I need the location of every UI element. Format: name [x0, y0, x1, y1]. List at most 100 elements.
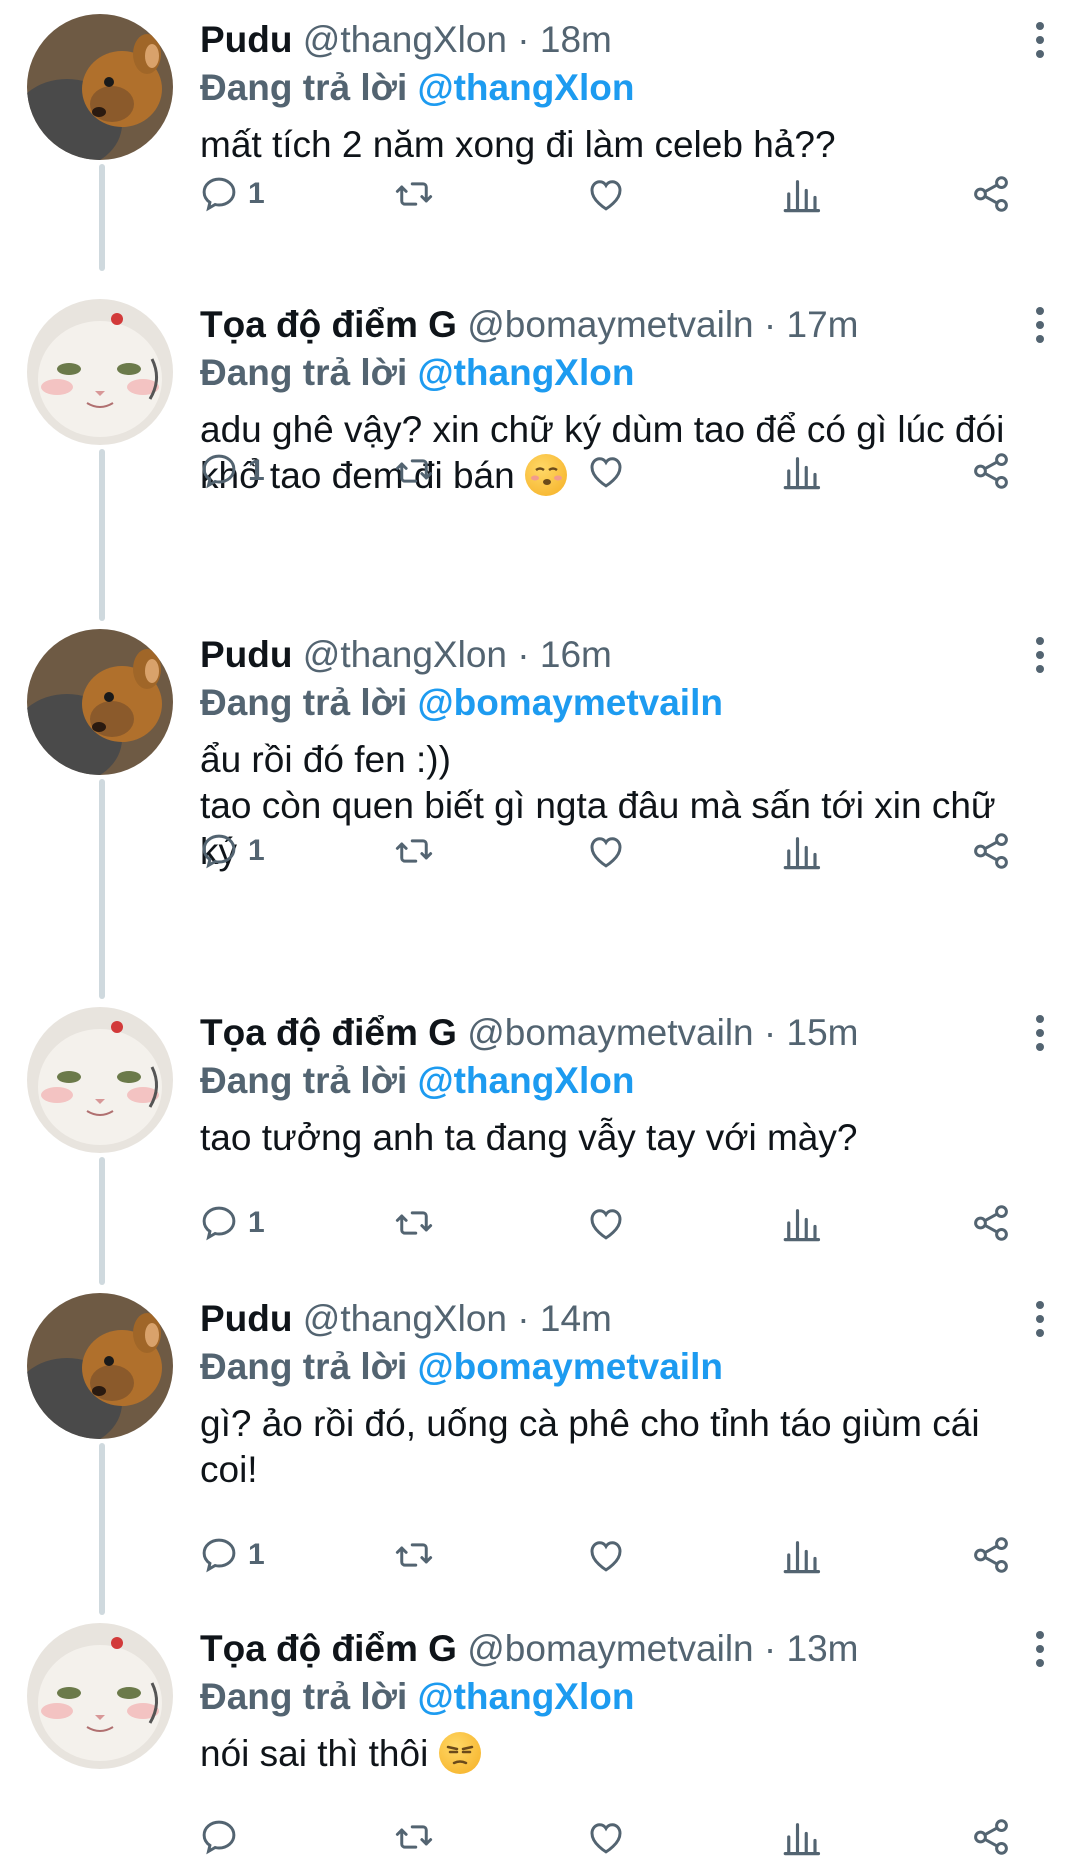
reply-icon — [202, 454, 236, 489]
retweet-button[interactable] — [393, 164, 435, 224]
tweet-5[interactable]: Pudu @thangXlon · 14m Đang trả lời @boma… — [0, 1279, 1080, 1615]
author-name[interactable]: Tọa độ điểm G — [200, 304, 457, 345]
more-icon[interactable] — [1030, 1015, 1050, 1059]
more-icon[interactable] — [1030, 22, 1050, 66]
retweet-button[interactable] — [393, 441, 435, 501]
like-button[interactable] — [585, 1807, 627, 1867]
timestamp[interactable]: 15m — [787, 1012, 859, 1053]
reply-icon — [202, 834, 236, 869]
tweet-3[interactable]: Pudu @thangXlon · 16m Đang trả lời @boma… — [0, 615, 1080, 999]
timestamp[interactable]: 14m — [540, 1298, 612, 1339]
more-icon[interactable] — [1030, 637, 1050, 681]
like-button[interactable] — [585, 1193, 627, 1253]
avatar-deer[interactable] — [27, 14, 173, 160]
author-handle[interactable]: @bomaymetvailn — [467, 1628, 753, 1669]
reply-context: Đang trả lời @bomaymetvailn — [200, 679, 1060, 727]
action-bar: 1 — [0, 164, 1080, 224]
reply-context: Đang trả lời @thangXlon — [200, 64, 1060, 112]
like-button[interactable] — [585, 164, 627, 224]
thread-connector — [99, 255, 105, 271]
reply-count: 1 — [248, 1206, 265, 1239]
like-icon — [590, 837, 622, 868]
share-icon — [974, 1205, 1008, 1241]
author-name[interactable]: Pudu — [200, 634, 292, 675]
analytics-button[interactable] — [780, 1525, 822, 1585]
author-handle[interactable]: @thangXlon — [303, 1298, 507, 1339]
reply-prefix: Đang trả lời — [200, 67, 408, 108]
like-button[interactable] — [585, 1525, 627, 1585]
action-bar: 1 — [0, 1525, 1080, 1585]
reply-button[interactable]: 1 — [198, 821, 265, 881]
timestamp[interactable]: 13m — [787, 1628, 859, 1669]
retweet-button[interactable] — [393, 1193, 435, 1253]
author-handle[interactable]: @thangXlon — [303, 634, 507, 675]
retweet-button[interactable] — [393, 821, 435, 881]
share-button[interactable] — [970, 821, 1012, 881]
reply-context: Đang trả lời @thangXlon — [200, 1057, 1060, 1105]
reply-mention[interactable]: @thangXlon — [418, 352, 635, 393]
author-name[interactable]: Pudu — [200, 1298, 292, 1339]
reply-mention[interactable]: @bomaymetvailn — [418, 1346, 723, 1387]
share-button[interactable] — [970, 1807, 1012, 1867]
tweet-4[interactable]: Tọa độ điểm G @bomaymetvailn · 15m Đang … — [0, 993, 1080, 1285]
reply-button[interactable]: 1 — [198, 1193, 265, 1253]
author-name[interactable]: Tọa độ điểm G — [200, 1628, 457, 1669]
like-button[interactable] — [585, 821, 627, 881]
reply-mention[interactable]: @thangXlon — [418, 67, 635, 108]
retweet-icon — [395, 839, 433, 863]
reply-prefix: Đang trả lời — [200, 1676, 408, 1717]
separator-dot: · — [517, 1298, 530, 1339]
share-button[interactable] — [970, 1193, 1012, 1253]
tweet-6[interactable]: Tọa độ điểm G @bomaymetvailn · 13m Đang … — [0, 1609, 1080, 1871]
more-icon[interactable] — [1030, 1631, 1050, 1675]
tweet-2[interactable]: Tọa độ điểm G @bomaymetvailn · 17m Đang … — [0, 255, 1080, 621]
author-handle[interactable]: @thangXlon — [303, 19, 507, 60]
avatar-cat[interactable] — [27, 1007, 173, 1153]
timestamp[interactable]: 18m — [540, 19, 612, 60]
analytics-button[interactable] — [780, 821, 822, 881]
share-button[interactable] — [970, 441, 1012, 501]
author-name[interactable]: Tọa độ điểm G — [200, 1012, 457, 1053]
reply-context: Đang trả lời @thangXlon — [200, 1673, 1060, 1721]
reply-count: 1 — [248, 454, 265, 487]
reply-prefix: Đang trả lời — [200, 352, 408, 393]
author-name[interactable]: Pudu — [200, 19, 292, 60]
like-button[interactable] — [585, 441, 627, 501]
tweet-text: nói sai thì thôi — [200, 1731, 1060, 1777]
share-button[interactable] — [970, 1525, 1012, 1585]
avatar-deer[interactable] — [27, 1293, 173, 1439]
reply-icon — [202, 1820, 236, 1855]
analytics-button[interactable] — [780, 164, 822, 224]
like-icon — [590, 1823, 622, 1854]
reply-mention[interactable]: @thangXlon — [418, 1060, 635, 1101]
timestamp[interactable]: 17m — [787, 304, 859, 345]
reply-button[interactable]: 1 — [198, 164, 265, 224]
reply-context: Đang trả lời @thangXlon — [200, 349, 1060, 397]
share-icon — [974, 453, 1008, 489]
reply-mention[interactable]: @bomaymetvailn — [418, 682, 723, 723]
avatar-cat[interactable] — [27, 1623, 173, 1769]
timestamp[interactable]: 16m — [540, 634, 612, 675]
share-icon — [974, 176, 1008, 212]
reply-button[interactable]: 1 — [198, 1525, 265, 1585]
analytics-button[interactable] — [780, 1193, 822, 1253]
reply-button[interactable]: 1 — [198, 441, 265, 501]
reply-button[interactable] — [198, 1807, 248, 1867]
tweet-1[interactable]: Pudu @thangXlon · 18m Đang trả lời @than… — [0, 0, 1080, 262]
reply-count: 1 — [248, 834, 265, 867]
action-bar: 1 — [0, 821, 1080, 881]
retweet-button[interactable] — [393, 1525, 435, 1585]
more-icon[interactable] — [1030, 1301, 1050, 1345]
author-handle[interactable]: @bomaymetvailn — [467, 304, 753, 345]
share-button[interactable] — [970, 164, 1012, 224]
reply-mention[interactable]: @thangXlon — [418, 1676, 635, 1717]
retweet-button[interactable] — [393, 1807, 435, 1867]
more-icon[interactable] — [1030, 307, 1050, 351]
avatar-deer[interactable] — [27, 629, 173, 775]
analytics-button[interactable] — [780, 1807, 822, 1867]
share-icon — [974, 1819, 1008, 1855]
author-handle[interactable]: @bomaymetvailn — [467, 1012, 753, 1053]
analytics-button[interactable] — [780, 441, 822, 501]
avatar-cat[interactable] — [27, 299, 173, 445]
separator-dot: · — [763, 1628, 777, 1669]
